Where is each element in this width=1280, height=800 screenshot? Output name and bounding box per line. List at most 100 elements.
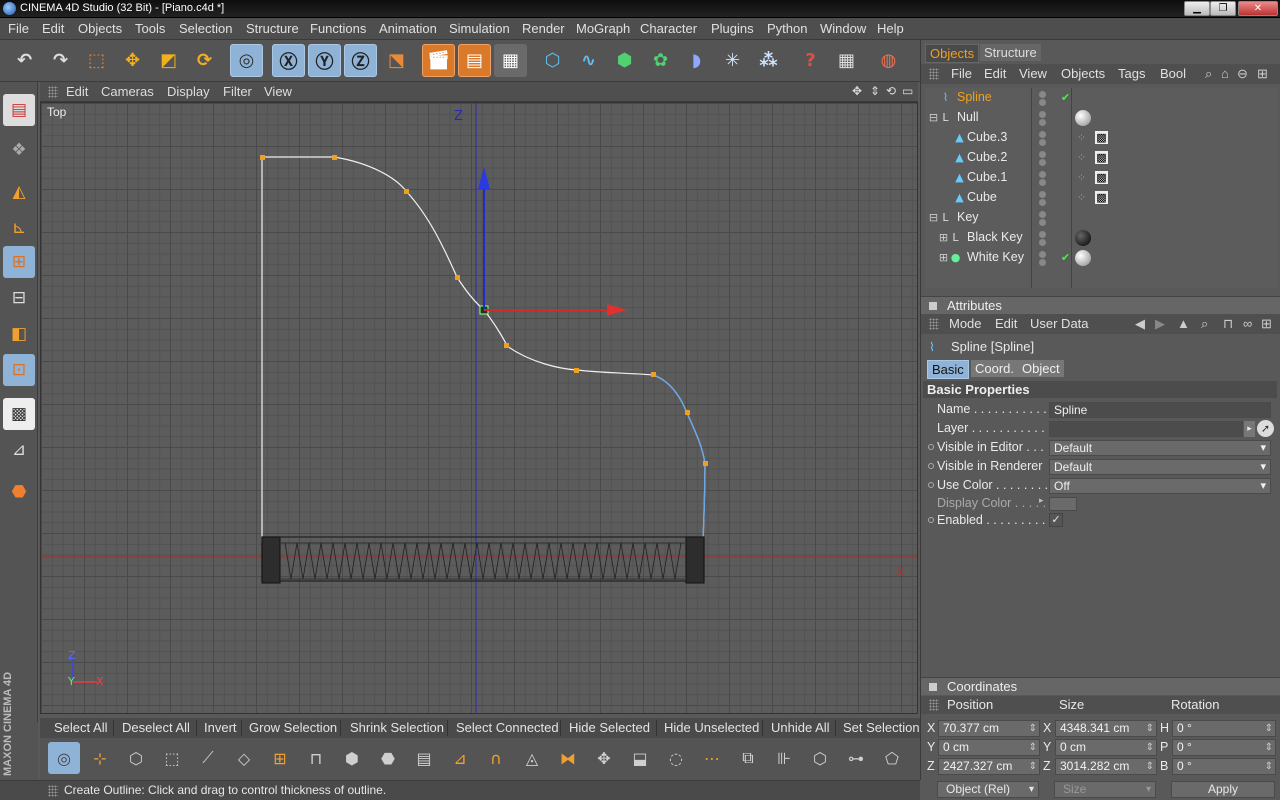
layer-picker-icon[interactable]: ➚ (1257, 420, 1274, 437)
back-arrow-icon[interactable]: ◀ (1135, 316, 1145, 332)
tree-row-white-key[interactable]: ⊞ ● White Key ✔ (925, 248, 1277, 268)
menu-python[interactable]: Python (767, 21, 807, 36)
render-visibility-dot[interactable] (1039, 239, 1046, 246)
texture-tag-icon[interactable]: ▩ (1095, 131, 1108, 144)
position-x-field[interactable]: 70.377 cm (938, 720, 1040, 737)
layer-field[interactable] (1049, 421, 1243, 437)
viewport-rotate-icon[interactable]: ⟲ (886, 84, 896, 98)
workplane-button[interactable]: ⊿ (3, 434, 35, 466)
close-button[interactable]: ✕ (1238, 1, 1278, 16)
invert-selection-button[interactable]: Invert (204, 720, 237, 735)
viewport-top[interactable]: Top Z X Z Y X (40, 102, 918, 714)
menu-mograph[interactable]: MoGraph (576, 21, 630, 36)
close-polygon-hole-button[interactable]: ◇ (228, 742, 260, 774)
texture-tag-icon[interactable]: ▩ (1095, 151, 1108, 164)
z-axis-lock-button[interactable]: Ⓩ (344, 44, 377, 77)
tree-row-cube-2[interactable]: ▲ Cube.2 ⁘ ▩ (925, 148, 1277, 168)
scale-button[interactable]: ◩ (152, 44, 185, 77)
model-mode-button[interactable]: ◭ (3, 176, 35, 208)
tab-structure[interactable]: Structure (980, 44, 1041, 61)
disconnect-button[interactable]: ⬡ (804, 742, 836, 774)
editor-visibility-dot[interactable] (1039, 251, 1046, 258)
tab-objects[interactable]: Objects (925, 44, 980, 63)
visible-in-editor-select[interactable]: Default (1049, 440, 1271, 456)
rotate-button[interactable]: ⟳ (188, 44, 221, 77)
tree-row-cube-1[interactable]: ▲ Cube.1 ⁘ ▩ (925, 168, 1277, 188)
menu-help[interactable]: Help (877, 21, 904, 36)
position-y-field[interactable]: 0 cm (938, 739, 1040, 756)
menu-plugins[interactable]: Plugins (711, 21, 754, 36)
viewport-menu-view[interactable]: View (264, 84, 292, 99)
texture-tag-icon[interactable]: ▩ (1095, 191, 1108, 204)
set-point-value-button[interactable]: ✥ (588, 742, 620, 774)
rotation-p-field[interactable]: 0 ° (1172, 739, 1276, 756)
menu-window[interactable]: Window (820, 21, 866, 36)
extrude-inner-button[interactable]: ⬢ (336, 742, 368, 774)
viewport-maximize-icon[interactable]: ▭ (902, 84, 913, 98)
coordinate-system-button[interactable]: ⬔ (380, 44, 413, 77)
black-material-tag-icon[interactable] (1075, 230, 1091, 246)
smooth-shift-button[interactable]: ▤ (408, 742, 440, 774)
animate-dot-icon[interactable] (928, 517, 934, 523)
visible-in-renderer-select[interactable]: Default (1049, 459, 1271, 475)
layer-arrow-button[interactable]: ▸ (1244, 421, 1255, 437)
material-tag-icon[interactable] (1075, 110, 1091, 126)
tree-row-black-key[interactable]: ⊞ L Black Key (925, 228, 1277, 248)
magnet-button[interactable]: ∩ (480, 742, 512, 774)
phong-tag-icon[interactable]: ⁘ (1075, 171, 1088, 184)
menu-file[interactable]: File (8, 21, 29, 36)
bevel-button[interactable]: ⬡ (120, 742, 152, 774)
select-connected-button[interactable]: Select Connected (456, 720, 559, 735)
menu-tools[interactable]: Tools (135, 21, 165, 36)
attr-tab-basic[interactable]: Basic (927, 360, 969, 379)
objects-filter-icon[interactable]: ⊖ (1237, 66, 1248, 82)
outline-tool-bottom-button[interactable]: ◎ (48, 742, 80, 774)
cube-button[interactable]: ⬡ (536, 44, 569, 77)
live-selection-button[interactable]: ⬚ (80, 44, 113, 77)
menu-selection[interactable]: Selection (179, 21, 232, 36)
menu-objects[interactable]: Objects (78, 21, 122, 36)
enabled-check-icon[interactable]: ✔ (1059, 91, 1072, 104)
editor-visibility-dot[interactable] (1039, 91, 1046, 98)
objects-menu-bool[interactable]: Bool (1160, 66, 1186, 81)
animate-dot-icon[interactable] (928, 482, 934, 488)
help-button[interactable]: ? (794, 44, 827, 77)
menu-character[interactable]: Character (640, 21, 697, 36)
viewport-menu-filter[interactable]: Filter (223, 84, 252, 99)
menu-edit[interactable]: Edit (42, 21, 64, 36)
deselect-all-button[interactable]: Deselect All (122, 720, 190, 735)
objects-menu-objects[interactable]: Objects (1061, 66, 1105, 81)
size-x-field[interactable]: 4348.341 cm (1055, 720, 1157, 737)
minimize-button[interactable]: ▁ (1184, 1, 1210, 16)
create-polygon-button[interactable]: ⊞ (264, 742, 296, 774)
attributes-menu-user-data[interactable]: User Data (1030, 316, 1089, 331)
extrude-button[interactable]: ⊓ (300, 742, 332, 774)
array-points-button[interactable]: ⧉ (732, 742, 764, 774)
points-mode-button[interactable]: ⊞ (3, 246, 35, 278)
editor-visibility-dot[interactable] (1039, 131, 1046, 138)
objects-menu-edit[interactable]: Edit (984, 66, 1006, 81)
editor-visibility-dot[interactable] (1039, 191, 1046, 198)
outline-tool-button[interactable]: ◎ (230, 44, 263, 77)
attr-tab-coord[interactable]: Coord. (971, 360, 1019, 377)
grow-selection-button[interactable]: Grow Selection (249, 720, 337, 735)
web-button[interactable]: ◍ (872, 44, 905, 77)
mirror-button[interactable]: ⧓ (552, 742, 584, 774)
matrix-extrude-button[interactable]: ⬣ (372, 742, 404, 774)
move-button[interactable]: ✥ (116, 44, 149, 77)
layout-button[interactable]: ▤ (3, 94, 35, 126)
render-visibility-dot[interactable] (1039, 179, 1046, 186)
polygons-mode-button[interactable]: ◧ (3, 318, 35, 350)
tree-row-null[interactable]: ⊟ L Null (925, 108, 1277, 128)
render-visibility-dot[interactable] (1039, 139, 1046, 146)
texture-mode-button[interactable]: ▩ (3, 398, 35, 430)
melt-button[interactable]: ⬠ (876, 742, 908, 774)
y-axis-lock-button[interactable]: Ⓨ (308, 44, 341, 77)
white-material-tag-icon[interactable] (1075, 250, 1091, 266)
menu-functions[interactable]: Functions (310, 21, 366, 36)
phong-tag-icon[interactable]: ⁘ (1075, 151, 1088, 164)
tree-row-spline[interactable]: ⌇ Spline ✔ (925, 88, 1277, 108)
attr-tab-object[interactable]: Object (1018, 360, 1064, 377)
viewport-menu-display[interactable]: Display (167, 84, 210, 99)
menu-render[interactable]: Render (522, 21, 565, 36)
